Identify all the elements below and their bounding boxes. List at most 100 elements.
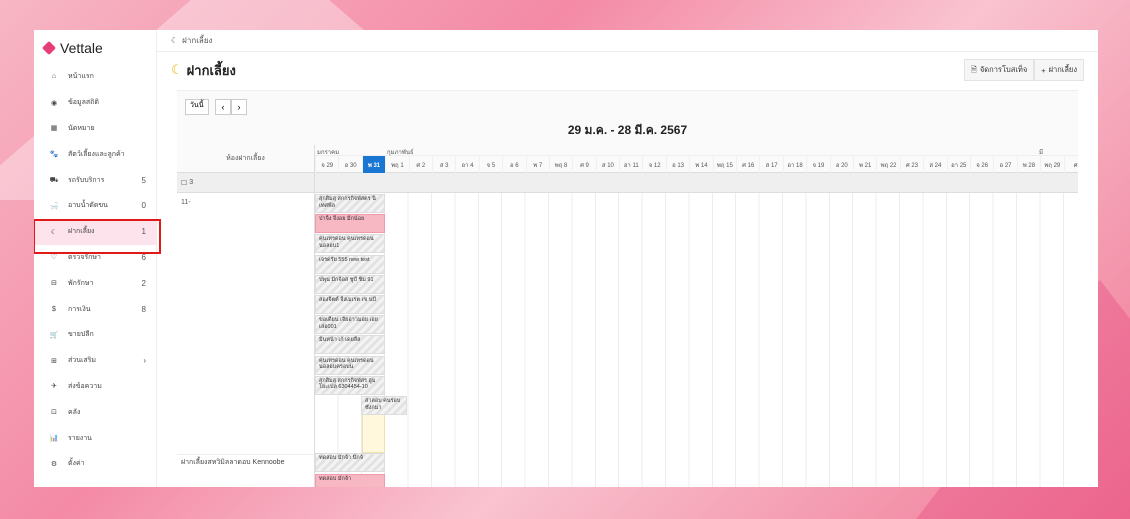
booking-event[interactable]: คุนเทรดอน คุนเทรดอน นอลอบครอบน xyxy=(315,355,385,375)
day-cell[interactable]: พ 14 xyxy=(689,156,712,173)
page-title: ☾ ฝากเลี้ยง xyxy=(171,60,964,81)
day-cell[interactable]: พฤ 15 xyxy=(712,156,736,173)
day-cell[interactable]: ศ 16 xyxy=(736,156,759,173)
sidebar-item-0[interactable]: ⌂ หน้าแรก xyxy=(34,64,156,90)
day-cell[interactable]: ส 24 xyxy=(923,156,946,173)
day-cell[interactable]: อ 20 xyxy=(829,156,853,173)
sidebar-item-count: 6 xyxy=(141,252,146,262)
add-boarding-button[interactable]: + ฝากเลี้ยง xyxy=(1034,59,1084,81)
day-cell[interactable]: พ 21 xyxy=(852,156,876,173)
booking-event[interactable]: สองจิตต์ จิ้งเมเรต เข นบี xyxy=(315,295,385,314)
sidebar-item-13[interactable]: ⊡ คลัง xyxy=(34,399,156,425)
chevron-right-icon[interactable]: › xyxy=(231,99,247,115)
today-cell xyxy=(362,413,385,453)
day-cell[interactable]: พ 7 xyxy=(525,156,549,173)
day-cell[interactable]: จ 12 xyxy=(642,156,665,173)
sidebar-item-label: ข้อมูลสถิติ xyxy=(68,99,99,107)
booking-label: เจรดรัย 555 new test xyxy=(319,256,370,263)
sidebar-item-9[interactable]: $ การเงิน 8 xyxy=(34,296,156,322)
booking-event[interactable]: ปพุน มีกจ้อส ชูบั ชิ่ม 91 xyxy=(315,274,385,294)
booking-event[interactable]: สุกสิมสุ สกกรกิจพัสร ฮูมโยะเปล 6304454-1… xyxy=(315,375,385,395)
day-cell[interactable]: ศ 2 xyxy=(408,156,432,173)
resource-row: ฝากเลี้ยงสหวิมิลลาดอบ Kennoobe xyxy=(181,459,285,466)
booking-event[interactable]: ป่าจิ้ง จิ้งอย มีกน้อย xyxy=(315,214,385,234)
moon-icon: ☾ xyxy=(171,62,183,77)
day-cell[interactable]: อ 30 xyxy=(338,156,361,173)
booking-event[interactable]: สุกสิมสุ สกกรกิจพัสตร นิเทศพีล xyxy=(315,194,385,213)
booking-event[interactable]: ทดสอบ มักจ้า นีกจ้ xyxy=(315,453,385,472)
day-cell[interactable]: จ 5 xyxy=(478,156,502,173)
booking-event[interactable]: ทดสอบ มักจ้า xyxy=(315,474,385,487)
car-icon: ⛟ xyxy=(49,176,59,184)
day-cell[interactable]: พฤ 8 xyxy=(548,156,572,173)
day-cell[interactable]: ส 10 xyxy=(595,156,619,173)
moon-icon: ☾ xyxy=(171,36,179,45)
resource-row: 11- xyxy=(177,193,314,455)
month-row: มกราคม กุมภาพันธ์ มี xyxy=(315,145,1078,156)
sidebar-item-label: รายงาน xyxy=(68,434,92,442)
sidebar-item-2[interactable]: ▦ นัดหมาย xyxy=(34,116,156,142)
day-cell[interactable]: อา 18 xyxy=(782,156,806,173)
manage-button[interactable]: 🗎 จัดการโบสเท็จ xyxy=(963,59,1035,81)
booking-event[interactable]: มินหน้า เก้ เดยลีส xyxy=(315,335,385,355)
sidebar-nav: ⌂ หน้าแรก ◉ ข้อมูลสถิติ ▦ นัดหมาย 🐾 สัตว์เลี้ยง… xyxy=(34,64,156,477)
day-cell[interactable]: พฤ 29 xyxy=(1040,156,1063,173)
booking-label: ปพุน มีกจ้อส ชูบั ชิ่ม 91 xyxy=(319,276,374,283)
booking-label: ป่าจิ้ง จิ้งอย มีกน้อย xyxy=(319,216,365,223)
day-cell[interactable]: ศ 23 xyxy=(899,156,923,173)
booking-event[interactable]: เจรดรัย 555 new test xyxy=(315,254,385,274)
stethoscope-icon: ♡ xyxy=(50,254,58,262)
sidebar-item-15[interactable]: ⚙ ตั้งค่า xyxy=(34,451,156,477)
day-cell[interactable]: อ 13 xyxy=(665,156,689,173)
day-cell[interactable]: จ 26 xyxy=(969,156,993,173)
logo[interactable]: Vettale xyxy=(34,38,156,64)
sidebar-item-label: ส่งข้อความ xyxy=(68,382,102,390)
bookings: สุกสิมสุ สกกรกิจพัสตร นิเทศพีลป่าจิ้ง จิ… xyxy=(315,193,407,487)
day-cell[interactable]: จ 19 xyxy=(806,156,829,173)
sidebar-item-8[interactable]: ⊟ พักรักษา 2 xyxy=(34,270,156,296)
sidebar-item-label: รถรับบริการ xyxy=(68,176,105,184)
sidebar-item-7[interactable]: ♡ ตรวจรักษา 6 xyxy=(34,245,156,271)
day-header: มกราคม กุมภาพันธ์ มี จ 29 อ 30 พ 31 พฤ 1ศ 2… xyxy=(315,145,1078,173)
day-cell[interactable]: พ 31 xyxy=(361,156,386,173)
sidebar-item-11[interactable]: ⊞ ส่วนเสริม › xyxy=(34,348,156,374)
day-cell[interactable]: พ 28 xyxy=(1016,156,1040,173)
day-cell[interactable]: อ 6 xyxy=(502,156,525,173)
chevron-left-icon[interactable]: ‹ xyxy=(215,99,231,115)
sidebar-item-4[interactable]: ⛟ รถรับบริการ 5 xyxy=(34,167,156,193)
booking-event[interactable]: คุนเทรดอน คุนเทรดอน นอลอบ1 xyxy=(315,234,385,254)
day-cell[interactable]: อา 4 xyxy=(455,156,478,173)
day-cell[interactable]: ส 17 xyxy=(759,156,782,173)
day-cell[interactable]: จ 29 xyxy=(315,156,338,173)
day-cell[interactable]: อา 25 xyxy=(946,156,970,173)
day-cell[interactable]: ศ xyxy=(1063,156,1079,173)
booking-event[interactable]: ขอเดียน เจียอ่าวมอย เอยเล่อ001 xyxy=(315,315,385,335)
document-icon: 🗎 xyxy=(970,64,977,74)
app-name: Vettale xyxy=(60,40,103,56)
day-cell[interactable]: ศ 9 xyxy=(572,156,595,173)
sidebar-item-3[interactable]: 🐾 สัตว์เลี้ยงและลูกค้า xyxy=(34,141,156,167)
breadcrumb-text[interactable]: ฝากเลี้ยง xyxy=(182,34,212,47)
sidebar-item-label: พักรักษา xyxy=(68,279,94,287)
stats-icon: ◉ xyxy=(50,99,58,107)
sidebar-item-count: 0 xyxy=(141,201,146,211)
plus-box-icon: ⊞ xyxy=(51,357,57,365)
sidebar-item-5[interactable]: 🛁 อาบน้ำตัดขน 0 xyxy=(34,193,156,219)
sidebar-item-count: 5 xyxy=(141,175,146,185)
day-cell[interactable]: พฤ 22 xyxy=(876,156,899,173)
paw-icon: 🐾 xyxy=(49,151,59,159)
sidebar-item-10[interactable]: 🛒 ขายปลีก xyxy=(34,322,156,348)
day-cell[interactable]: อา 11 xyxy=(619,156,642,173)
sidebar-item-14[interactable]: 📊 รายงาน xyxy=(34,425,156,451)
day-cell[interactable]: ส 3 xyxy=(431,156,455,173)
day-cell[interactable]: พฤ 1 xyxy=(385,156,408,173)
day-cell[interactable]: อ 27 xyxy=(993,156,1016,173)
sidebar-item-12[interactable]: ✈ ส่งข้อความ xyxy=(34,374,156,400)
moon-icon: ☾ xyxy=(50,228,58,236)
sidebar-item-6[interactable]: ☾ ฝากเลี้ยง 1 xyxy=(34,218,156,245)
resource-group[interactable]: ☐ 3 xyxy=(177,173,314,193)
breadcrumb: ☾ ฝากเลี้ยง xyxy=(157,30,1098,52)
sidebar-item-1[interactable]: ◉ ข้อมูลสถิติ xyxy=(34,90,156,116)
today-button[interactable]: วันนี้ xyxy=(185,99,209,115)
booking-event[interactable]: สาลอบ คนรอบ ซังกมา xyxy=(361,396,407,415)
